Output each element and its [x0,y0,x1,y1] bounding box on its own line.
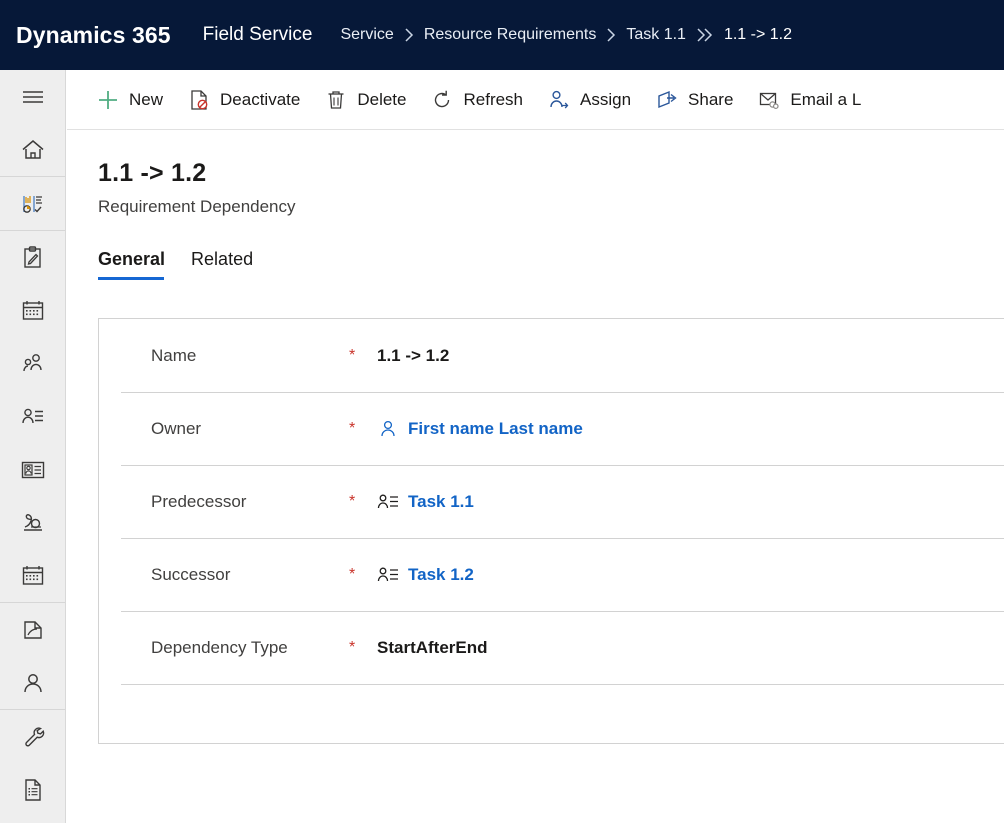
field-row-dependency-type: Dependency Type * StartAfterEnd [99,611,1004,684]
breadcrumb-item-current-record: 1.1 -> 1.2 [723,26,792,43]
sidebar-item-calendar[interactable] [0,284,65,337]
sidebar-item-resources[interactable] [0,337,65,390]
field-value-name-text: 1.1 -> 1.2 [377,345,450,365]
share-button[interactable]: Share [643,80,745,120]
app-name-label[interactable]: Field Service [203,24,313,46]
command-bar: New Deactivate Delete Refresh Assign Sha… [67,70,1004,130]
person-outline-icon [377,418,399,440]
sidebar-item-tools[interactable] [0,710,65,763]
breadcrumb-item-resource-requirements[interactable]: Resource Requirements [424,26,597,44]
refresh-button-label: Refresh [463,89,524,109]
sidebar-item-agreements[interactable] [0,496,65,549]
new-button-label: New [129,89,164,109]
field-value-successor[interactable]: Task 1.2 [377,564,474,586]
assign-person-icon [547,88,571,112]
sidebar-item-work-orders[interactable] [0,603,65,656]
entity-type-subtitle: Requirement Dependency [98,197,296,216]
breadcrumb-item-task-1-1[interactable]: Task 1.1 [626,26,686,44]
deactivate-document-icon [187,88,211,112]
contact-record-icon [377,564,399,586]
product-brand-label: Dynamics 365 [16,21,171,48]
refresh-button[interactable]: Refresh [418,80,535,120]
sidebar-item-tasks[interactable] [0,231,65,284]
field-label-successor: Successor [151,564,231,584]
deactivate-button[interactable]: Deactivate [175,80,312,120]
field-label-name: Name [151,345,197,365]
required-marker: * [349,419,356,437]
sidebar-nav-rail [0,70,66,823]
double-chevron-right-icon[interactable] [695,27,715,43]
delete-button-label: Delete [357,89,407,109]
email-a-link-button-label: Email a L [790,89,862,109]
required-marker: * [349,565,356,583]
breadcrumb: Service Resource Requirements Task 1.1 1… [340,26,792,44]
refresh-icon [430,88,454,112]
required-marker: * [349,492,356,510]
form-tab-list: General Related [98,249,279,280]
chevron-right-icon [605,27,617,43]
sidebar-item-dashboards[interactable] [0,177,65,230]
field-row-owner: Owner * First name Last name [99,392,1004,465]
page-title: 1.1 -> 1.2 [98,159,207,187]
field-label-predecessor: Predecessor [151,491,247,511]
required-marker: * [349,346,356,364]
field-value-dependency-type[interactable]: StartAfterEnd [377,638,488,658]
field-label-dependency-type: Dependency Type [151,637,288,657]
share-button-label: Share [688,89,734,109]
field-label-owner: Owner [151,418,202,438]
delete-button[interactable]: Delete [312,80,418,120]
field-value-predecessor[interactable]: Task 1.1 [377,491,474,513]
field-value-dependency-type-text: StartAfterEnd [377,637,488,657]
email-a-link-button[interactable]: Email a L [745,80,873,120]
sidebar-item-reports[interactable] [0,763,65,816]
share-arrow-icon [655,88,679,112]
field-value-owner-link[interactable]: First name Last name [408,419,583,439]
sidebar-item-home[interactable] [0,123,65,176]
chevron-right-icon [403,27,415,43]
deactivate-button-label: Deactivate [220,89,301,109]
hamburger-menu-icon[interactable] [0,70,65,123]
trash-icon [324,88,348,112]
form-bottom-divider [121,684,1004,685]
tab-general[interactable]: General [98,249,165,280]
field-value-owner[interactable]: First name Last name [377,418,583,440]
app-header-bar: Dynamics 365 Field Service Service Resou… [0,0,1004,70]
contact-record-icon [377,491,399,513]
sidebar-item-requirements[interactable] [0,390,65,443]
record-form-area: 1.1 -> 1.2 Requirement Dependency Genera… [67,131,1004,823]
tab-related[interactable]: Related [191,249,253,280]
assign-button-label: Assign [580,89,632,109]
field-row-successor: Successor * Task 1.2 [99,538,1004,611]
assign-button[interactable]: Assign [535,80,643,120]
breadcrumb-item-service[interactable]: Service [340,26,393,44]
field-value-predecessor-link[interactable]: Task 1.1 [408,492,474,512]
field-row-name: Name * 1.1 -> 1.2 [99,319,1004,392]
general-tab-form-card: Name * 1.1 -> 1.2 Owner * First name Las… [98,318,1004,744]
new-button[interactable]: New [84,80,175,120]
field-row-predecessor: Predecessor * Task 1.1 [99,465,1004,538]
required-marker: * [349,638,356,656]
sidebar-item-accounts[interactable] [0,656,65,709]
field-value-name[interactable]: 1.1 -> 1.2 [377,346,449,366]
sidebar-item-bookable-resources[interactable] [0,443,65,496]
plus-icon [96,88,120,112]
email-link-icon [757,88,781,112]
field-value-successor-link[interactable]: Task 1.2 [408,565,474,585]
sidebar-item-schedule-board[interactable] [0,549,65,602]
